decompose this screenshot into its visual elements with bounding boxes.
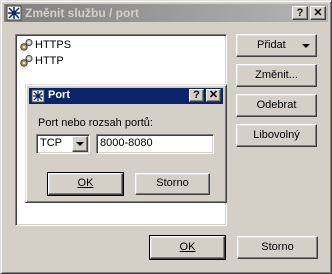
help-button[interactable]: ? [292,6,308,20]
port-ok-button-label: OK [77,177,94,189]
cancel-button[interactable]: Storno [237,236,318,259]
change-button[interactable]: Změnit... [236,64,317,87]
remove-button[interactable]: Odebrat [236,94,317,117]
add-button-label: Přidat [257,39,286,51]
port-ok-button[interactable]: OK [47,172,124,196]
ok-button[interactable]: OK [149,235,226,260]
close-button[interactable]: ✕ [310,6,326,20]
network-icon [6,5,22,21]
port-range-input[interactable]: 8000-8080 [96,134,214,154]
title-bar[interactable]: Změnit službu / port ? ✕ [4,4,328,22]
list-item-label: HTTPS [35,39,72,51]
list-item-label: HTTP [35,55,64,67]
gears-icon [20,39,33,51]
port-range-value: 8000-8080 [100,137,153,149]
dialog-title: Změnit službu / port [25,6,139,20]
add-button[interactable]: Přidat [236,34,317,57]
port-close-button[interactable]: ✕ [206,89,221,102]
protocol-select[interactable]: TCP [36,134,90,154]
port-range-label: Port nebo rozsah portů: [38,117,153,129]
chevron-down-icon [302,44,310,48]
port-dialog: Port ? ✕ Port nebo rozsah portů: TCP 800… [25,84,227,203]
port-title-bar[interactable]: Port ? ✕ [29,88,223,104]
gears-icon [20,55,33,67]
protocol-value: TCP [40,137,62,149]
port-cancel-button[interactable]: Storno [135,173,210,195]
any-button[interactable]: Libovolný [236,124,317,147]
network-icon [31,89,45,103]
port-dialog-title: Port [48,89,70,101]
ok-button-label: OK [179,241,196,253]
protocol-dropdown-button[interactable] [72,136,88,152]
chevron-down-icon [76,142,84,146]
port-help-button[interactable]: ? [189,89,204,102]
